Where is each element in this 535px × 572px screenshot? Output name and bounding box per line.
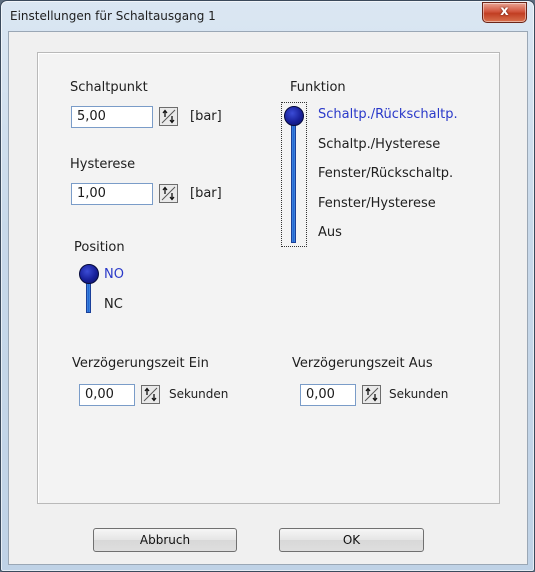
verzoegerung-aus-spin-button[interactable]	[362, 385, 381, 404]
up-down-arrows-icon	[161, 109, 176, 124]
funktion-label: Funktion	[290, 80, 346, 95]
up-down-arrows-icon	[364, 387, 379, 402]
cancel-button[interactable]: Abbruch	[93, 528, 237, 552]
close-button[interactable]: x	[482, 2, 527, 23]
verzoegerung-aus-input[interactable]: 0,00	[300, 384, 356, 406]
position-selector-knob[interactable]	[79, 264, 99, 284]
verzoegerung-aus-label: Verzögerungszeit Aus	[292, 356, 433, 371]
close-icon: x	[500, 4, 509, 19]
dialog-client-area: Schaltpunkt 5,00 [bar] Hysterese 1,00 [b…	[8, 31, 528, 565]
settings-panel: Schaltpunkt 5,00 [bar] Hysterese 1,00 [b…	[37, 52, 500, 504]
schaltpunkt-unit: [bar]	[190, 109, 222, 124]
up-down-arrows-icon	[161, 186, 176, 201]
verzoegerung-aus-unit: Sekunden	[389, 387, 449, 401]
funktion-selector-knob[interactable]	[284, 106, 304, 126]
position-label: Position	[74, 240, 125, 255]
position-option-nc[interactable]: NC	[104, 297, 123, 312]
funktion-selector-track[interactable]	[291, 111, 296, 243]
up-down-arrows-icon	[143, 387, 158, 402]
hysterese-spin-button[interactable]	[159, 184, 178, 203]
verzoegerung-ein-input[interactable]: 0,00	[79, 384, 135, 406]
funktion-option-fenster-hysterese[interactable]: Fenster/Hysterese	[318, 196, 436, 211]
verzoegerung-ein-unit: Sekunden	[169, 387, 229, 401]
verzoegerung-ein-label: Verzögerungszeit Ein	[72, 356, 209, 371]
schaltpunkt-spin-button[interactable]	[159, 107, 178, 126]
ok-button[interactable]: OK	[279, 528, 424, 552]
schaltpunkt-input[interactable]: 5,00	[71, 106, 153, 128]
hysterese-input[interactable]: 1,00	[71, 183, 153, 205]
funktion-option-fenster-rueckschaltp[interactable]: Fenster/Rückschaltp.	[318, 166, 453, 181]
funktion-option-aus[interactable]: Aus	[318, 225, 342, 240]
position-option-no[interactable]: NO	[104, 267, 124, 282]
verzoegerung-ein-spin-button[interactable]	[141, 385, 160, 404]
schaltpunkt-label: Schaltpunkt	[70, 80, 148, 95]
title-bar[interactable]: Einstellungen für Schaltausgang 1 x	[1, 1, 534, 31]
hysterese-label: Hysterese	[70, 157, 136, 172]
funktion-option-schaltp-hysterese[interactable]: Schaltp./Hysterese	[318, 137, 440, 152]
window-title: Einstellungen für Schaltausgang 1	[10, 9, 216, 23]
dialog-window: Einstellungen für Schaltausgang 1 x Scha…	[0, 0, 535, 572]
hysterese-unit: [bar]	[190, 186, 222, 201]
funktion-option-schaltp-rueckschaltp[interactable]: Schaltp./Rückschaltp.	[318, 107, 458, 122]
